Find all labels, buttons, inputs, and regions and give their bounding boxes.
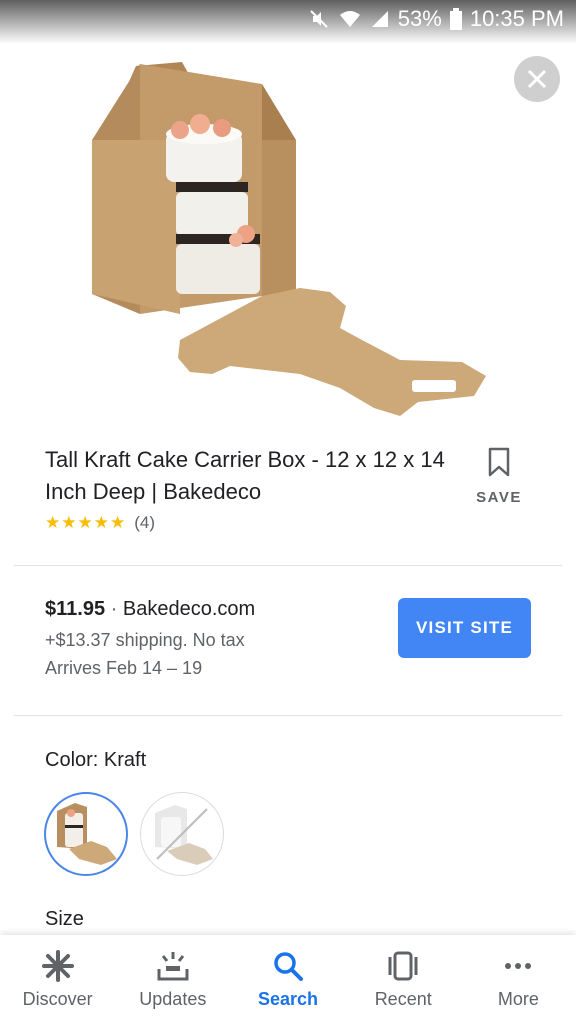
nav-updates[interactable]: Updates	[115, 935, 230, 1024]
color-label: Color: Kraft	[45, 749, 146, 772]
visit-site-button[interactable]: VISIT SITE	[398, 598, 531, 658]
battery-percent: 53%	[397, 6, 442, 31]
save-label: SAVE	[476, 489, 522, 506]
price-line: $11.95 · Bakedeco.com	[45, 598, 255, 621]
price: $11.95	[45, 598, 106, 620]
mute-icon	[308, 8, 330, 30]
bookmark-icon	[488, 447, 510, 477]
wifi-icon	[338, 9, 362, 29]
review-count: (4)	[134, 513, 155, 532]
nav-label: Search	[257, 989, 319, 1009]
battery-icon	[449, 8, 462, 30]
clock: 10:35 PM	[469, 6, 564, 31]
save-button[interactable]: SAVE	[470, 446, 528, 506]
color-value: Kraft	[103, 749, 147, 771]
nav-label: Updates	[139, 989, 207, 1009]
recent-cards-icon	[388, 951, 418, 981]
white-box-thumbnail	[155, 805, 213, 865]
close-button[interactable]	[514, 56, 560, 102]
kraft-box-thumbnail	[57, 803, 117, 865]
updates-tray-icon	[157, 952, 189, 981]
shipping-info: +$13.37 shipping. No tax	[45, 630, 245, 650]
signal-icon	[370, 9, 390, 29]
arrival-info: Arrives Feb 14 – 19	[45, 658, 203, 678]
product-title: Tall Kraft Cake Carrier Box - 12 x 12 x …	[45, 447, 445, 504]
divider	[14, 565, 562, 566]
nav-search[interactable]: Search	[230, 935, 345, 1024]
size-label: Size	[45, 908, 84, 930]
status-bar: 53% 10:35 PM	[0, 0, 576, 44]
product-image[interactable]	[0, 44, 576, 424]
nav-label: More	[497, 989, 539, 1009]
nav-recent[interactable]: Recent	[346, 935, 461, 1024]
close-icon	[527, 69, 547, 89]
color-label-prefix: Color:	[45, 749, 99, 771]
search-icon	[274, 952, 303, 981]
asterisk-icon	[41, 950, 74, 982]
separator: ·	[110, 598, 118, 620]
star-rating: ★★★★★	[45, 513, 127, 532]
nav-label: Recent	[374, 989, 432, 1009]
divider	[14, 715, 562, 716]
seller-name: Bakedeco.com	[122, 598, 256, 620]
nav-discover[interactable]: Discover	[0, 935, 115, 1024]
color-swatch-kraft[interactable]	[44, 792, 128, 876]
nav-label: Discover	[22, 989, 93, 1009]
rating[interactable]: ★★★★★ (4)	[45, 513, 155, 533]
more-dots-icon	[505, 963, 532, 969]
color-swatch-white[interactable]	[140, 792, 224, 876]
status-icons: 53% 10:35 PM	[308, 6, 564, 32]
nav-more[interactable]: More	[461, 935, 576, 1024]
bottom-navigation: Discover Updates Search Recent More	[0, 935, 576, 1024]
